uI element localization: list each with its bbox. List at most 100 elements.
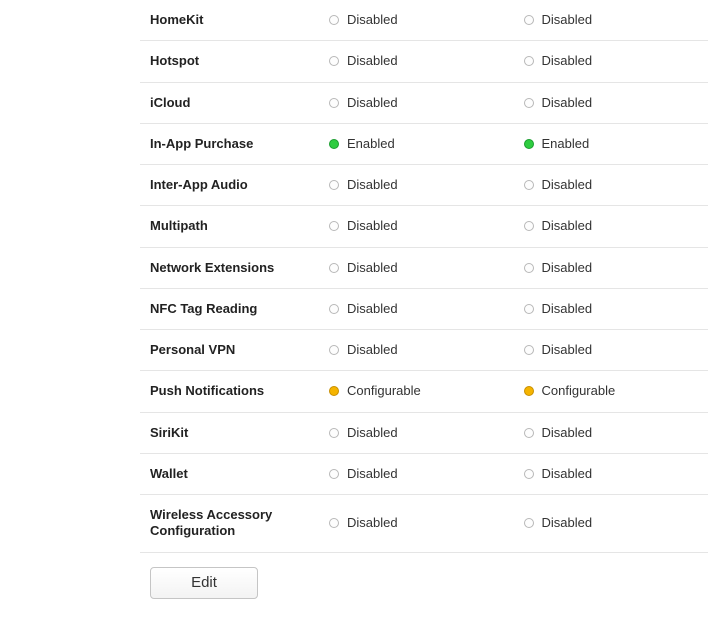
capability-status-1: Disabled xyxy=(319,41,513,82)
status-label: Disabled xyxy=(542,177,593,193)
footer-bar: Edit xyxy=(140,553,708,619)
status-label: Disabled xyxy=(542,53,593,69)
table-row: Wallet Disabled Disabled xyxy=(140,453,708,494)
status-label: Disabled xyxy=(347,12,398,28)
status-label: Disabled xyxy=(542,342,593,358)
status-indicator: Disabled xyxy=(329,95,503,111)
status-dot-icon xyxy=(524,386,534,396)
status-indicator: Disabled xyxy=(329,301,503,317)
status-label: Disabled xyxy=(542,466,593,482)
capability-status-2: Disabled xyxy=(514,82,708,123)
capability-name: SiriKit xyxy=(140,412,319,453)
status-label: Disabled xyxy=(347,515,398,531)
status-dot-icon xyxy=(329,56,339,66)
status-dot-icon xyxy=(524,469,534,479)
capability-name: Multipath xyxy=(140,206,319,247)
status-indicator: Disabled xyxy=(329,466,503,482)
table-row: Network ExtensionsDisabledDisabled xyxy=(140,247,708,288)
capabilities-tbody: HomeKitDisabledDisabledHotspotDisabledDi… xyxy=(140,0,708,552)
capability-status-2: Configurable xyxy=(514,371,708,412)
capability-status-1: Enabled xyxy=(319,123,513,164)
capability-name: NFC Tag Reading xyxy=(140,288,319,329)
status-dot-icon xyxy=(524,304,534,314)
capability-status-1: Disabled xyxy=(319,330,513,371)
status-indicator: Disabled xyxy=(524,260,699,276)
capability-name: Hotspot xyxy=(140,41,319,82)
status-dot-icon xyxy=(524,428,534,438)
status-indicator: Disabled xyxy=(524,301,699,317)
capability-status-1: Disabled xyxy=(319,495,513,553)
status-indicator: Disabled xyxy=(524,177,699,193)
capability-name: Push Notifications xyxy=(140,371,319,412)
capability-name: HomeKit xyxy=(140,0,319,41)
status-indicator: Disabled xyxy=(524,12,699,28)
capability-name: In-App Purchase xyxy=(140,123,319,164)
capability-status-1: Disabled xyxy=(319,165,513,206)
capabilities-table: HomeKitDisabledDisabledHotspotDisabledDi… xyxy=(140,0,708,553)
status-dot-icon xyxy=(329,263,339,273)
capability-status-2: Disabled xyxy=(514,0,708,41)
status-label: Disabled xyxy=(347,260,398,276)
status-indicator: Disabled xyxy=(329,177,503,193)
capability-status-2: Disabled xyxy=(514,247,708,288)
capability-status-2: Disabled xyxy=(514,288,708,329)
status-indicator: Configurable xyxy=(524,383,699,399)
table-row: Inter-App Audio Disabled Disabled xyxy=(140,165,708,206)
table-row: Multipath Disabled Disabled xyxy=(140,206,708,247)
status-label: Disabled xyxy=(347,218,398,234)
status-dot-icon xyxy=(329,221,339,231)
status-label: Disabled xyxy=(542,301,593,317)
table-row: Personal VPN Disabled Disabled xyxy=(140,330,708,371)
status-dot-icon xyxy=(329,428,339,438)
status-dot-icon xyxy=(329,345,339,355)
status-label: Disabled xyxy=(347,95,398,111)
table-row: iCloud Disabled Disabled xyxy=(140,82,708,123)
status-label: Disabled xyxy=(542,218,593,234)
capability-status-2: Disabled xyxy=(514,453,708,494)
capability-name: Wallet xyxy=(140,453,319,494)
status-dot-icon xyxy=(329,180,339,190)
status-dot-icon xyxy=(524,15,534,25)
status-indicator: Enabled xyxy=(524,136,699,152)
capability-status-1: Disabled xyxy=(319,82,513,123)
status-label: Enabled xyxy=(542,136,590,152)
status-label: Disabled xyxy=(542,425,593,441)
capability-name: iCloud xyxy=(140,82,319,123)
status-dot-icon xyxy=(524,263,534,273)
capability-status-2: Disabled xyxy=(514,412,708,453)
status-indicator: Disabled xyxy=(329,260,503,276)
status-dot-icon xyxy=(329,469,339,479)
capability-name: Personal VPN xyxy=(140,330,319,371)
status-indicator: Disabled xyxy=(524,218,699,234)
capability-status-1: Disabled xyxy=(319,412,513,453)
table-row: SiriKitDisabledDisabled xyxy=(140,412,708,453)
status-label: Enabled xyxy=(347,136,395,152)
capability-name: Inter-App Audio xyxy=(140,165,319,206)
capability-status-2: Disabled xyxy=(514,206,708,247)
status-dot-icon xyxy=(329,386,339,396)
status-dot-icon xyxy=(524,221,534,231)
capability-status-1: Disabled xyxy=(319,288,513,329)
status-indicator: Disabled xyxy=(329,515,503,531)
status-indicator: Disabled xyxy=(329,12,503,28)
capability-name: Wireless Accessory Configuration xyxy=(140,495,319,553)
table-row: HotspotDisabledDisabled xyxy=(140,41,708,82)
status-label: Disabled xyxy=(347,342,398,358)
status-dot-icon xyxy=(524,98,534,108)
status-dot-icon xyxy=(329,139,339,149)
edit-button[interactable]: Edit xyxy=(150,567,258,599)
status-label: Disabled xyxy=(542,95,593,111)
capability-status-2: Disabled xyxy=(514,165,708,206)
status-dot-icon xyxy=(524,518,534,528)
status-dot-icon xyxy=(329,98,339,108)
status-label: Disabled xyxy=(542,515,593,531)
status-dot-icon xyxy=(329,518,339,528)
table-row: HomeKit Disabled Disabled xyxy=(140,0,708,41)
table-row: In-App Purchase Enabled Enabled xyxy=(140,123,708,164)
status-label: Configurable xyxy=(347,383,421,399)
status-indicator: Disabled xyxy=(524,95,699,111)
capability-status-2: Enabled xyxy=(514,123,708,164)
status-dot-icon xyxy=(329,15,339,25)
status-indicator: Disabled xyxy=(524,342,699,358)
status-indicator: Enabled xyxy=(329,136,503,152)
